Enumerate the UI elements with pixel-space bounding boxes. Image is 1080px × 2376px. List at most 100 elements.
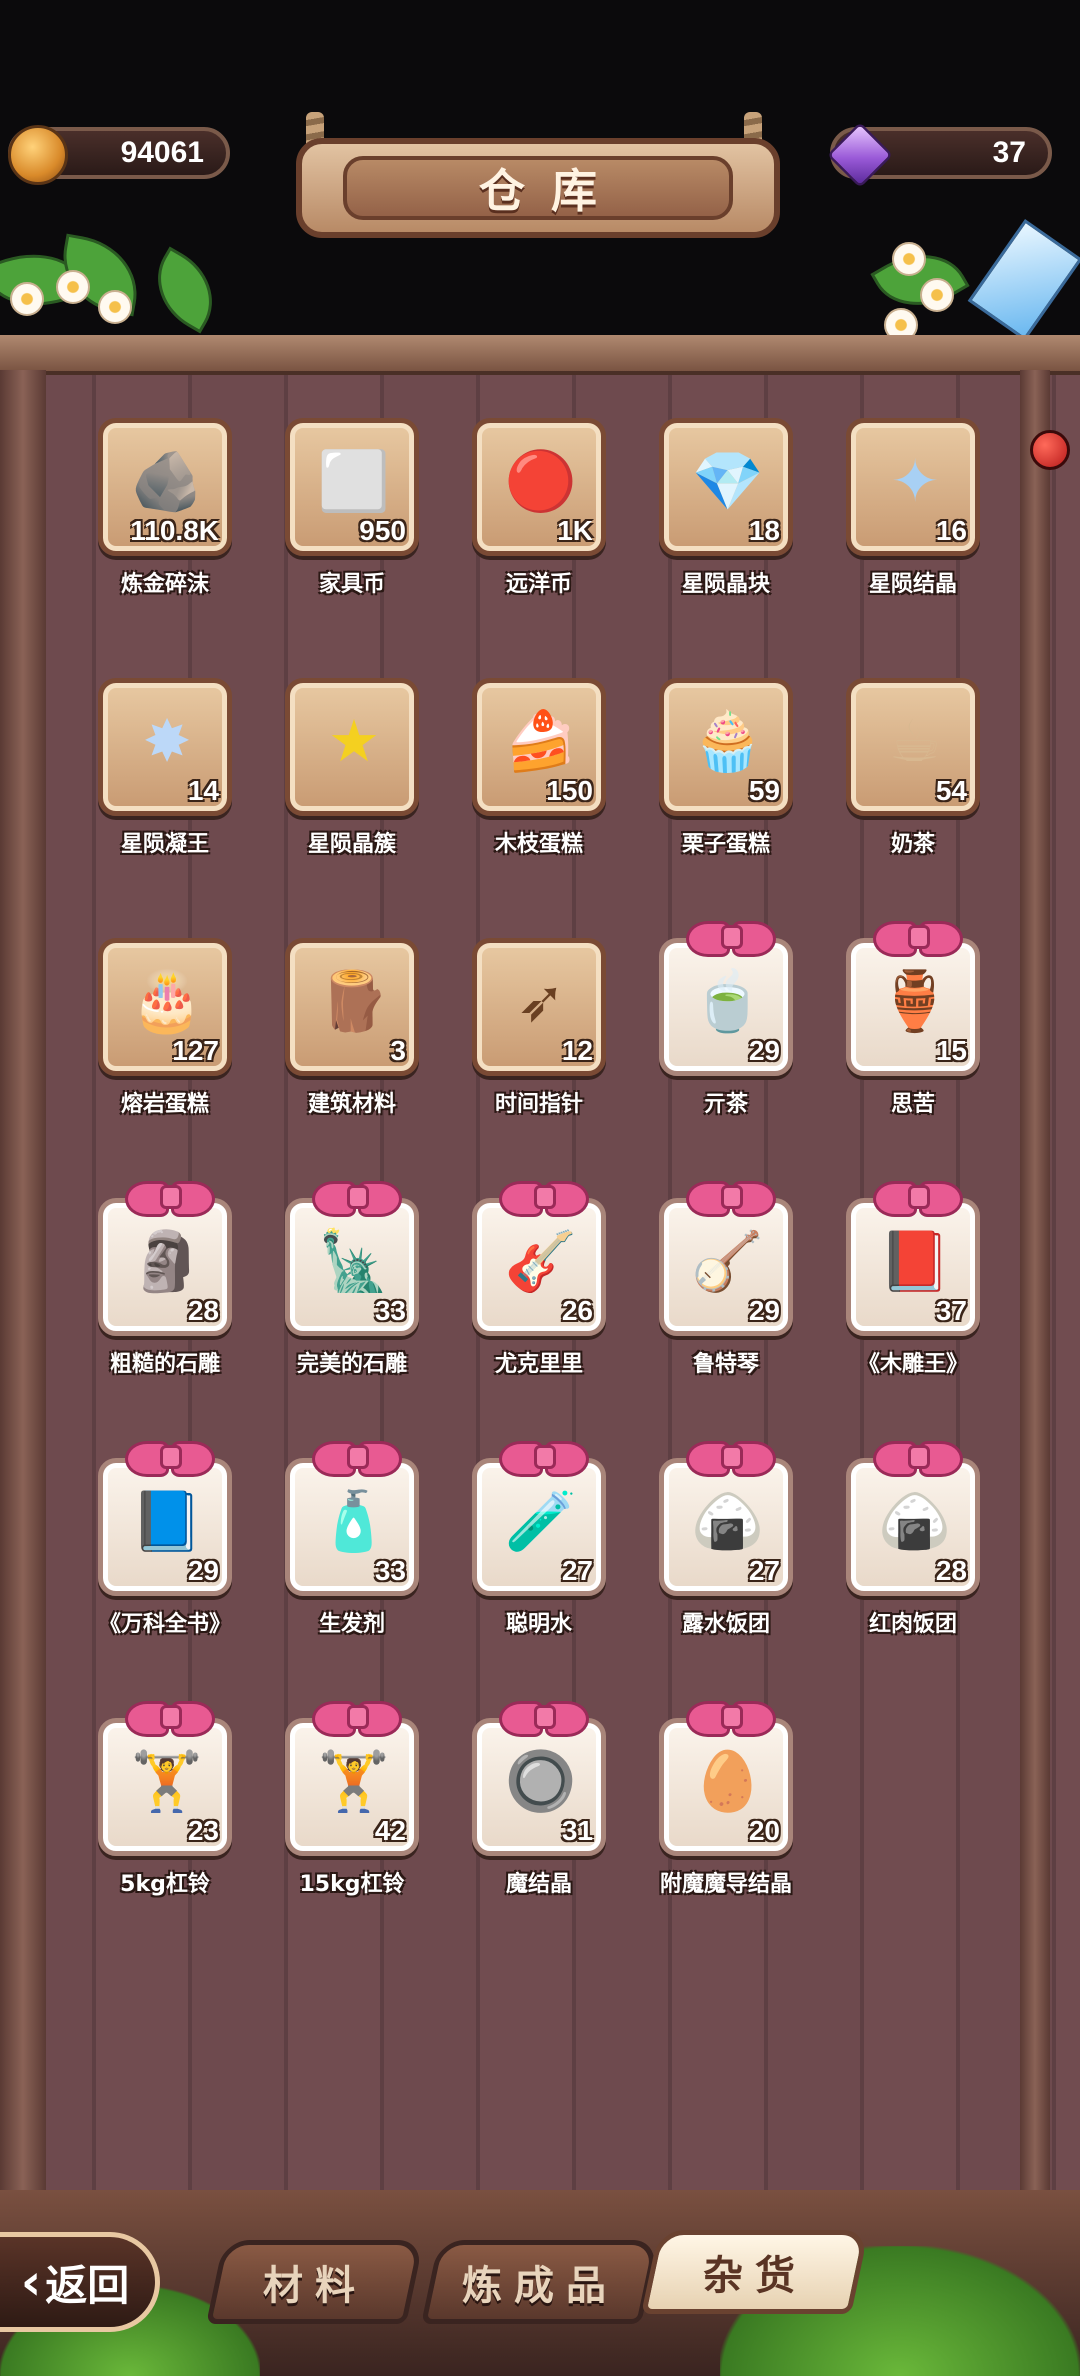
- inventory-item[interactable]: 🍵 29 亓茶: [659, 921, 793, 1118]
- item-count: 127: [172, 1035, 219, 1066]
- item-slot[interactable]: 🪵 3: [285, 938, 419, 1076]
- inventory-item[interactable]: ➶ 12 时间指针: [472, 938, 606, 1118]
- inventory-item[interactable]: 🔴 1K 远洋币: [472, 418, 606, 598]
- tab-crafted[interactable]: 炼成品: [421, 2240, 659, 2324]
- item-slot[interactable]: 🎸 26: [472, 1181, 606, 1336]
- item-slot[interactable]: 📘 29: [98, 1441, 232, 1596]
- inventory-item[interactable]: 📕 37 《木雕王》: [846, 1181, 980, 1378]
- inventory-item[interactable]: 🏋 23 5kg杠铃: [98, 1701, 232, 1898]
- item-slot[interactable]: 🗽 33: [285, 1181, 419, 1336]
- item-icon: 🪵: [317, 967, 391, 1035]
- item-slot[interactable]: 🧁 59: [659, 678, 793, 816]
- item-slot[interactable]: 🏋 42: [285, 1701, 419, 1856]
- item-count: 33: [374, 1295, 406, 1326]
- inventory-item[interactable]: 🪕 29 鲁特琴: [659, 1181, 793, 1378]
- item-count: 27: [561, 1555, 593, 1586]
- item-icon: 📕: [878, 1227, 952, 1295]
- item-slot[interactable]: 🪨 110.8K: [98, 418, 232, 556]
- inventory-item[interactable]: ★ 星陨晶簇: [285, 678, 419, 858]
- inventory-item[interactable]: 🍰 150 木枝蛋糕: [472, 678, 606, 858]
- inventory-item[interactable]: ⬜ 950 家具币: [285, 418, 419, 598]
- item-icon: ✦: [890, 447, 940, 515]
- item-icon: ★: [328, 707, 380, 775]
- item-slot[interactable]: 🪕 29: [659, 1181, 793, 1336]
- inventory-item[interactable]: 🗽 33 完美的石雕: [285, 1181, 419, 1378]
- item-slot[interactable]: ⬜ 950: [285, 418, 419, 556]
- item-slot[interactable]: 🍙 27: [659, 1441, 793, 1596]
- ribbon-bow-icon: [125, 1437, 215, 1477]
- item-name: 5kg杠铃: [120, 1872, 210, 1897]
- item-slot[interactable]: 🔴 1K: [472, 418, 606, 556]
- board-top-rail: [0, 335, 1080, 375]
- gem-counter[interactable]: 37: [826, 121, 1052, 189]
- item-slot[interactable]: 🎂 127: [98, 938, 232, 1076]
- board-post-right: [1020, 370, 1050, 2210]
- inventory-item[interactable]: 🍙 27 露水饭团: [659, 1441, 793, 1638]
- item-slot[interactable]: 🍙 28: [846, 1441, 980, 1596]
- tab-misc[interactable]: 杂货: [641, 2230, 869, 2314]
- inventory-item[interactable]: 🧁 59 栗子蛋糕: [659, 678, 793, 858]
- inventory-item[interactable]: 🎸 26 尤克里里: [472, 1181, 606, 1378]
- item-icon: 🔘: [504, 1747, 578, 1815]
- ribbon-bow-icon: [312, 1177, 402, 1217]
- inventory-item[interactable]: 📘 29 《万科全书》: [98, 1441, 232, 1638]
- item-slot[interactable]: 🏺 15: [846, 921, 980, 1076]
- item-name: 15kg杠铃: [299, 1872, 405, 1897]
- item-icon: ⬜: [317, 447, 391, 515]
- item-name: 木枝蛋糕: [494, 832, 583, 857]
- item-count: 110.8K: [130, 515, 219, 546]
- inventory-item[interactable]: 🏺 15 思苦: [846, 921, 980, 1118]
- inventory-item[interactable]: 🪵 3 建筑材料: [285, 938, 419, 1118]
- tab-label: 杂货: [703, 2253, 807, 2299]
- item-count: 18: [748, 515, 780, 546]
- ribbon-bow-icon: [686, 1437, 776, 1477]
- inventory-item[interactable]: 🗿 28 粗糙的石雕: [98, 1181, 232, 1378]
- item-slot[interactable]: ☕ 54: [846, 678, 980, 816]
- inventory-item[interactable]: ✦ 16 星陨结晶: [846, 418, 980, 598]
- item-icon: 🔴: [504, 447, 578, 515]
- inventory-item[interactable]: 🔘 31 魔结晶: [472, 1701, 606, 1898]
- item-slot[interactable]: 🧴 33: [285, 1441, 419, 1596]
- item-count: 3: [390, 1035, 406, 1066]
- coin-counter[interactable]: 94061: [8, 125, 230, 185]
- inventory-item[interactable]: 💎 18 星陨晶块: [659, 418, 793, 598]
- item-slot[interactable]: 💎 18: [659, 418, 793, 556]
- item-slot[interactable]: ✸ 14: [98, 678, 232, 816]
- inventory-item[interactable]: ☕ 54 奶茶: [846, 678, 980, 858]
- item-slot[interactable]: 🧪 27: [472, 1441, 606, 1596]
- inventory-grid: 🪨 110.8K 炼金碎沫 ⬜ 950 家具币 🔴 1K 远洋币 💎 18 星陨晶块 ✦ 16 星陨结晶 ✸ 1…: [98, 418, 996, 1898]
- inventory-item[interactable]: 🎂 127 熔岩蛋糕: [98, 938, 232, 1118]
- item-slot[interactable]: 🔘 31: [472, 1701, 606, 1856]
- ribbon-bow-icon: [686, 1177, 776, 1217]
- item-slot[interactable]: ★: [285, 678, 419, 816]
- item-name: 《木雕王》: [857, 1352, 968, 1377]
- item-count: 14: [187, 775, 219, 806]
- inventory-item[interactable]: 🥚 20 附魔魔导结晶: [659, 1701, 793, 1898]
- item-slot[interactable]: 🍵 29: [659, 921, 793, 1076]
- item-slot[interactable]: ✦ 16: [846, 418, 980, 556]
- back-button[interactable]: ‹ 返回: [0, 2232, 160, 2332]
- tab-materials[interactable]: 材料: [206, 2240, 424, 2324]
- item-count: 20: [748, 1815, 780, 1846]
- item-slot[interactable]: 🗿 28: [98, 1181, 232, 1336]
- inventory-item[interactable]: ✸ 14 星陨凝王: [98, 678, 232, 858]
- item-name: 星陨晶块: [681, 572, 770, 597]
- item-name: 亓茶: [703, 1092, 748, 1117]
- inventory-item[interactable]: 🧴 33 生发剂: [285, 1441, 419, 1638]
- item-name: 建筑材料: [307, 1092, 396, 1117]
- item-slot[interactable]: 📕 37: [846, 1181, 980, 1336]
- item-icon: 🧪: [504, 1487, 578, 1555]
- item-count: 16: [935, 515, 967, 546]
- inventory-item[interactable]: 🪨 110.8K 炼金碎沫: [98, 418, 232, 598]
- item-count: 28: [935, 1555, 967, 1586]
- item-slot[interactable]: 🏋 23: [98, 1701, 232, 1856]
- inventory-item[interactable]: 🧪 27 聪明水: [472, 1441, 606, 1638]
- item-icon: 🪕: [691, 1227, 765, 1295]
- ribbon-bow-icon: [686, 1697, 776, 1737]
- item-slot[interactable]: 🍰 150: [472, 678, 606, 816]
- inventory-item[interactable]: 🍙 28 红肉饭团: [846, 1441, 980, 1638]
- item-slot[interactable]: ➶ 12: [472, 938, 606, 1076]
- inventory-item[interactable]: 🏋 42 15kg杠铃: [285, 1701, 419, 1898]
- item-icon: 🪨: [130, 447, 204, 515]
- item-slot[interactable]: 🥚 20: [659, 1701, 793, 1856]
